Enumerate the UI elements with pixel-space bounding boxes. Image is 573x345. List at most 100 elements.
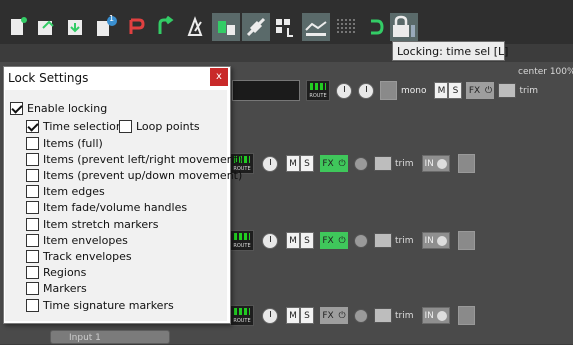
phase-icon[interactable] — [354, 156, 368, 171]
play-icon[interactable] — [457, 306, 475, 325]
input-button[interactable]: IN — [421, 232, 450, 249]
master-volume-knob[interactable] — [336, 82, 352, 99]
phase-icon[interactable] — [354, 233, 368, 248]
open-project-icon — [38, 20, 54, 35]
dialog-body: Enable locking Time selection Loop point… — [5, 90, 242, 321]
lock-item-checkbox[interactable]: Item envelopes — [26, 232, 128, 248]
checkbox-icon — [10, 101, 23, 115]
loop-button[interactable] — [362, 13, 390, 41]
master-mono-label: mono — [401, 85, 427, 96]
route-button[interactable]: ROUTE — [230, 230, 254, 251]
master-trim-button[interactable]: trim — [498, 82, 538, 99]
snap-grid-lines-button[interactable] — [332, 13, 360, 41]
lock-button[interactable] — [390, 13, 418, 41]
checkbox-label: Items (prevent left/right movement) — [43, 152, 243, 166]
master-route-button[interactable]: ROUTE — [306, 80, 330, 101]
lock-item-checkbox[interactable]: Markers — [26, 281, 87, 297]
volume-knob[interactable] — [262, 155, 278, 172]
fx-button[interactable]: FX ⏻ — [320, 232, 348, 249]
checkbox-icon — [26, 168, 39, 182]
fx-button[interactable]: FX ⏻ — [320, 307, 348, 324]
fx-label: FX — [322, 158, 334, 169]
envelope-icon — [374, 156, 392, 171]
checkbox-label: Track envelopes — [43, 249, 132, 263]
lock-item-checkbox[interactable]: Items (full) — [26, 135, 103, 151]
route-button[interactable]: ROUTE — [230, 305, 254, 326]
dropdown-icon — [436, 158, 447, 169]
auto-crossfade-button[interactable] — [212, 13, 240, 41]
ripple-edit-button[interactable] — [242, 13, 270, 41]
input-button[interactable]: IN — [421, 155, 450, 172]
master-play-icon[interactable] — [380, 81, 397, 100]
trim-button[interactable]: trim — [374, 307, 414, 324]
envelope-points-button[interactable] — [302, 13, 330, 41]
volume-knob[interactable] — [262, 232, 278, 249]
lock-item-checkbox[interactable]: Item fade/volume handles — [26, 200, 187, 216]
master-fx-button[interactable]: FX ⏻ — [466, 82, 495, 99]
lock-item-checkbox[interactable]: Items (prevent up/down movement) — [26, 167, 242, 183]
master-volume-meter[interactable] — [232, 80, 300, 101]
main-toolbar: 1 — [0, 0, 573, 44]
track-controls: ROUTE M S FX ⏻ trim IN — [230, 153, 475, 174]
input-button[interactable]: IN — [421, 307, 450, 324]
close-button[interactable]: x — [210, 68, 228, 86]
lock-item-checkbox[interactable]: Items (prevent left/right movement) — [26, 151, 242, 167]
checkbox-label: Item stretch markers — [43, 217, 159, 231]
undo-button[interactable] — [122, 13, 150, 41]
lock-item-checkbox[interactable]: Track envelopes — [26, 248, 132, 264]
grid-snap-button[interactable] — [272, 13, 300, 41]
loop-points-checkbox[interactable]: Loop points — [119, 118, 200, 134]
project-tabs-button[interactable]: 1 — [92, 13, 120, 41]
lock-item-checkbox[interactable]: Item edges — [26, 184, 105, 200]
volume-knob[interactable] — [262, 307, 278, 324]
save-project-button[interactable] — [62, 13, 90, 41]
trim-label: trim — [395, 310, 414, 321]
open-project-button[interactable] — [32, 13, 60, 41]
new-project-icon — [11, 17, 27, 35]
solo-button[interactable]: S — [300, 307, 314, 324]
master-solo-button[interactable]: S — [448, 82, 463, 99]
checkbox-label: Loop points — [136, 119, 200, 133]
checkbox-icon — [26, 298, 39, 312]
lock-item-checkbox[interactable]: Regions — [26, 265, 86, 281]
trim-button[interactable]: trim — [374, 155, 414, 172]
play-icon[interactable] — [457, 154, 475, 173]
input-label: IN — [424, 310, 434, 321]
input-chip[interactable]: Input 1 — [50, 330, 170, 344]
phase-icon[interactable] — [354, 308, 368, 323]
metronome-button[interactable] — [182, 13, 210, 41]
lock-item-checkbox[interactable]: Item stretch markers — [26, 216, 158, 232]
time-selection-checkbox[interactable]: Time selection — [26, 118, 123, 134]
checkbox-icon — [26, 217, 39, 231]
auto-crossfade-icon — [218, 21, 235, 35]
checkbox-icon — [26, 266, 39, 280]
trim-button[interactable]: trim — [374, 232, 414, 249]
redo-button[interactable] — [152, 13, 180, 41]
checkbox-label: Markers — [43, 282, 87, 296]
mute-button[interactable]: M — [286, 155, 300, 172]
route-dots-icon — [234, 308, 250, 315]
mute-button[interactable]: M — [286, 232, 300, 249]
save-project-icon — [68, 20, 82, 35]
master-mute-button[interactable]: M — [434, 82, 449, 99]
checkbox-label: Regions — [43, 266, 87, 280]
project-tabs-icon — [97, 16, 117, 36]
fx-button[interactable]: FX ⏻ — [320, 155, 348, 172]
solo-button[interactable]: S — [300, 232, 314, 249]
play-icon[interactable] — [457, 231, 475, 250]
lock-tooltip: Locking: time sel [L] — [392, 41, 508, 61]
master-pan-knob[interactable] — [358, 82, 374, 99]
master-track-controls: ROUTE mono M S FX ⏻ trim — [232, 80, 538, 101]
dropdown-icon — [436, 310, 447, 321]
route-label: ROUTE — [309, 93, 327, 99]
power-icon: ⏻ — [338, 235, 346, 246]
checkbox-icon — [26, 233, 39, 247]
solo-button[interactable]: S — [300, 155, 314, 172]
checkbox-icon — [119, 119, 132, 133]
mute-button[interactable]: M — [286, 307, 300, 324]
new-project-button[interactable] — [4, 13, 32, 41]
lock-item-checkbox[interactable]: Time signature markers — [26, 297, 174, 313]
power-icon: ⏻ — [338, 158, 346, 169]
enable-locking-checkbox[interactable]: Enable locking — [10, 100, 107, 116]
checkbox-icon — [26, 249, 39, 263]
